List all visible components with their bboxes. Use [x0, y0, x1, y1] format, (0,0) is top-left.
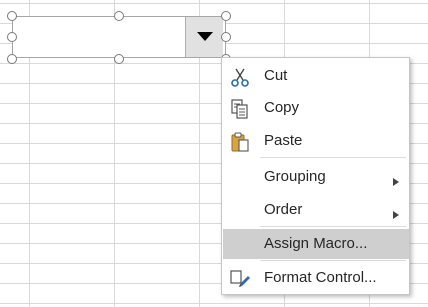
paste-icon — [229, 131, 251, 153]
dropdown-triangle-icon — [196, 32, 213, 41]
menu-item-grouping[interactable]: Grouping — [223, 162, 409, 192]
menu-separator — [260, 260, 406, 261]
resize-handle-middle-left[interactable] — [7, 32, 17, 42]
menu-item-label: Assign Macro... — [264, 235, 368, 252]
resize-handle-top-left[interactable] — [7, 11, 17, 21]
resize-handle-bottom-left[interactable] — [7, 54, 17, 64]
submenu-arrow-icon — [393, 173, 399, 190]
menu-item-format-control[interactable]: Format Control... — [223, 263, 409, 293]
submenu-arrow-icon — [393, 206, 399, 223]
dropdown-button[interactable] — [185, 17, 223, 57]
context-menu: Cut Copy Paste Grouping Order Assign Mac… — [221, 57, 410, 295]
menu-item-label: Order — [264, 201, 303, 218]
menu-item-copy[interactable]: Copy — [223, 93, 409, 123]
menu-item-cut[interactable]: Cut — [223, 61, 409, 91]
menu-item-label: Grouping — [264, 168, 326, 185]
menu-item-label: Format Control... — [264, 269, 377, 286]
menu-item-assign-macro[interactable]: Assign Macro... — [223, 229, 409, 259]
resize-handle-bottom-middle[interactable] — [114, 54, 124, 64]
menu-item-label: Copy — [264, 99, 300, 116]
menu-item-label: Paste — [264, 132, 303, 149]
scissors-icon — [229, 66, 251, 88]
menu-separator — [260, 226, 406, 227]
resize-handle-middle-right[interactable] — [221, 32, 231, 42]
copy-icon — [229, 98, 251, 120]
format-control-icon — [229, 268, 251, 290]
menu-item-order[interactable]: Order — [223, 195, 409, 225]
menu-item-paste[interactable]: Paste — [223, 126, 409, 156]
menu-separator — [260, 157, 406, 158]
resize-handle-top-right[interactable] — [221, 11, 231, 21]
resize-handle-top-middle[interactable] — [114, 11, 124, 21]
menu-item-label: Cut — [264, 67, 288, 84]
